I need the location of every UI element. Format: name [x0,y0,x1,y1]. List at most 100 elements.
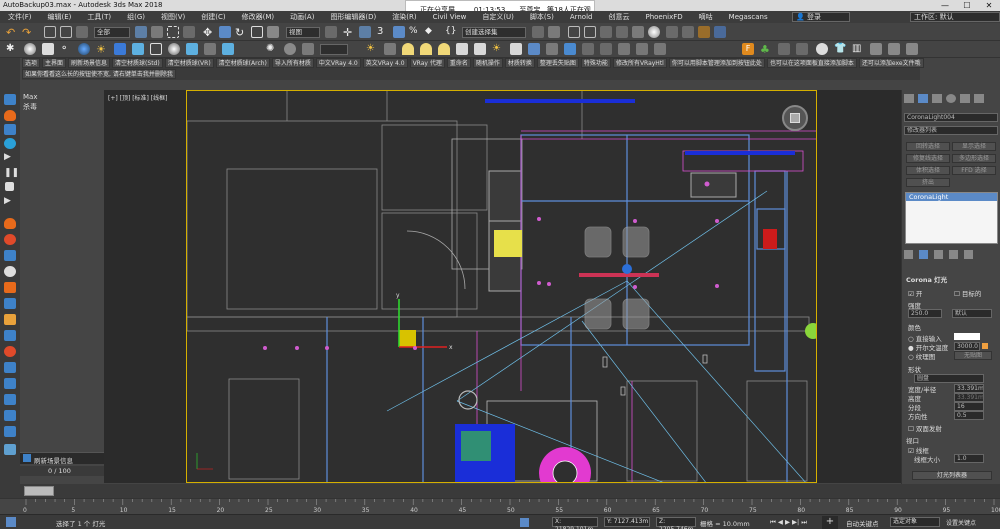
shelf-btn-random[interactable]: 随机操作 [472,58,503,68]
timeline-slider[interactable]: 0 / 100 [20,466,104,476]
btn-ffd-select[interactable]: FFD 选择 [952,166,996,175]
workspace-dropdown[interactable]: 工作区: 默认 [910,12,1000,22]
render-iterative-icon[interactable] [714,26,726,38]
menu-tools[interactable]: 工具(T) [79,12,119,22]
stack-item-coronalight[interactable]: CoronaLight [906,193,997,201]
fire-icon[interactable] [4,110,16,121]
angle-snap-icon[interactable] [393,26,405,38]
link-icon[interactable] [44,26,56,38]
playback-controls[interactable]: ⏮ ◀ ▶ ▶| ⏭ [770,518,807,527]
sun-icon[interactable]: ☀ [96,43,108,56]
shelf-btn-vray-en[interactable]: 英文VRay 4.0 [362,58,408,68]
pin-stack-icon[interactable] [904,250,913,259]
scene-info-button[interactable]: 刷新场景信息 [34,455,73,465]
grass-icon[interactable] [778,43,790,55]
fur-icon[interactable] [132,43,144,55]
undo-icon[interactable]: ↶ [6,26,18,39]
record-icon[interactable]: ▶ [4,196,16,207]
corona-scatter-icon[interactable] [402,43,414,55]
cloth-icon[interactable] [796,43,808,55]
utilities-tab-icon[interactable] [974,94,984,103]
shelf-btn-missing-maps[interactable]: 整理丢失贴图 [536,58,579,68]
hierarchy-tab-icon[interactable] [932,94,942,103]
corona-sun-icon[interactable]: ☀ [366,43,378,55]
menu-animation[interactable]: 动画(A) [282,12,322,22]
timeline[interactable] [0,484,1000,498]
maxscript-listener-icon[interactable] [6,517,16,527]
menu-megascans[interactable]: Megascans [721,13,776,21]
tool-icon-17[interactable] [4,378,16,389]
plugin-f-icon[interactable]: F [742,43,754,55]
corona-volume-icon[interactable] [474,43,486,55]
tool-icon-3[interactable] [4,124,16,135]
shelf-btn-options[interactable]: 选项 [22,58,41,68]
shelf-btn-rename[interactable]: 重命名 [446,58,471,68]
viewport-label[interactable]: [+] [顶] [标准] [线框] [108,93,167,102]
curve-editor-icon[interactable] [616,26,628,38]
show-end-result-icon[interactable] [919,250,928,259]
viewport[interactable]: y x [186,90,817,483]
converter-icon[interactable] [528,43,540,55]
scale-icon[interactable] [251,26,263,38]
stop-icon[interactable] [5,182,14,191]
viewport-layout-dropdown[interactable] [320,44,348,55]
texture-radio[interactable]: ○ 纹理图 [908,351,935,361]
btn-rotate-select[interactable]: 回转选择 [906,142,950,151]
menu-file[interactable]: 文件(F) [0,12,40,22]
btn-display-select[interactable]: 显示选择 [952,142,996,151]
btn-volume-select[interactable]: 体积选择 [906,166,950,175]
configure-sets-icon[interactable] [964,250,973,259]
shelf-btn-vray-cn[interactable]: 中文VRay 4.0 [315,58,361,68]
light-lister-button[interactable]: 灯光列表器 [912,471,992,480]
x-coordinate[interactable]: X: 21829.101m [552,517,598,529]
selected-set-dropdown[interactable]: 选定对象 [890,517,940,527]
toggle-scene-explorer-icon[interactable] [568,26,580,38]
tree-icon[interactable]: ♣ [760,43,772,56]
login-dropdown[interactable]: 👤 登录 [792,12,850,22]
object-name-field[interactable]: CoronaLight004 [904,113,998,122]
color-swatch[interactable] [954,333,980,340]
select-manipulate-icon[interactable]: ✛ [343,26,355,39]
menu-group[interactable]: 组(G) [119,12,153,22]
select-object-icon[interactable] [135,26,147,38]
shelf-btn-vray-proxy[interactable]: VRay 代理 [409,58,445,68]
scene-converter-icon[interactable] [546,43,558,55]
shelf-btn-modify-vrayhtl[interactable]: 修改所有VRayHtl [612,58,667,68]
batch-icon[interactable] [636,43,648,55]
selected-light-gizmo[interactable] [399,330,416,347]
corona-light-icon[interactable]: ✺ [266,43,278,55]
rect-selection-icon[interactable] [167,26,179,38]
keyboard-shortcut-icon[interactable] [359,26,371,38]
shelf-btn-import-materials[interactable]: 导入所有材质 [271,58,314,68]
dome-light-icon[interactable] [78,43,90,55]
on-checkbox[interactable]: ☑ 开 [908,288,922,298]
remove-modifier-icon[interactable] [949,250,958,259]
create-tab-icon[interactable] [904,94,914,103]
intensity-unit-dropdown[interactable]: 默认 [952,309,992,318]
shelf-btn-clear-vr[interactable]: 清空材质球(VR) [164,58,214,68]
menu-create[interactable]: 创建(C) [193,12,233,22]
menu-rendering[interactable]: 渲染(R) [384,12,424,22]
tool-icon-19[interactable] [4,410,16,421]
shelf-btn-refresh-scene[interactable]: 刷新场景信息 [68,58,111,68]
placement-icon[interactable] [267,26,279,38]
rendered-frame-icon[interactable] [682,26,694,38]
shirt-icon[interactable]: 👕 [834,43,846,55]
window-crossing-icon[interactable] [183,26,195,38]
menu-civil-view[interactable]: Civil View [425,13,475,21]
shelf-btn-custom-1[interactable]: 你可以用脚本管理添加到按钮此处 [668,58,765,68]
lock-selection-icon[interactable] [520,518,529,527]
close-icon[interactable]: ✕ [978,0,1000,11]
menu-customize[interactable]: 自定义(U) [474,12,522,22]
targeted-checkbox[interactable]: ☐ 目标的 [954,288,981,298]
toggle-layer-explorer-icon[interactable] [584,26,596,38]
render-setup-icon[interactable] [666,26,678,38]
pause-icon[interactable]: ❚❚ [4,168,19,179]
schematic-view-icon[interactable] [632,26,644,38]
motion-tab-icon[interactable] [946,94,956,103]
modify-tab-icon[interactable] [918,94,928,103]
time-slider-handle[interactable] [24,486,54,496]
z-coordinate[interactable]: Z: 2205.746m [656,517,696,529]
tool-icon-15[interactable] [4,346,16,357]
cloud-icon[interactable] [816,43,828,55]
